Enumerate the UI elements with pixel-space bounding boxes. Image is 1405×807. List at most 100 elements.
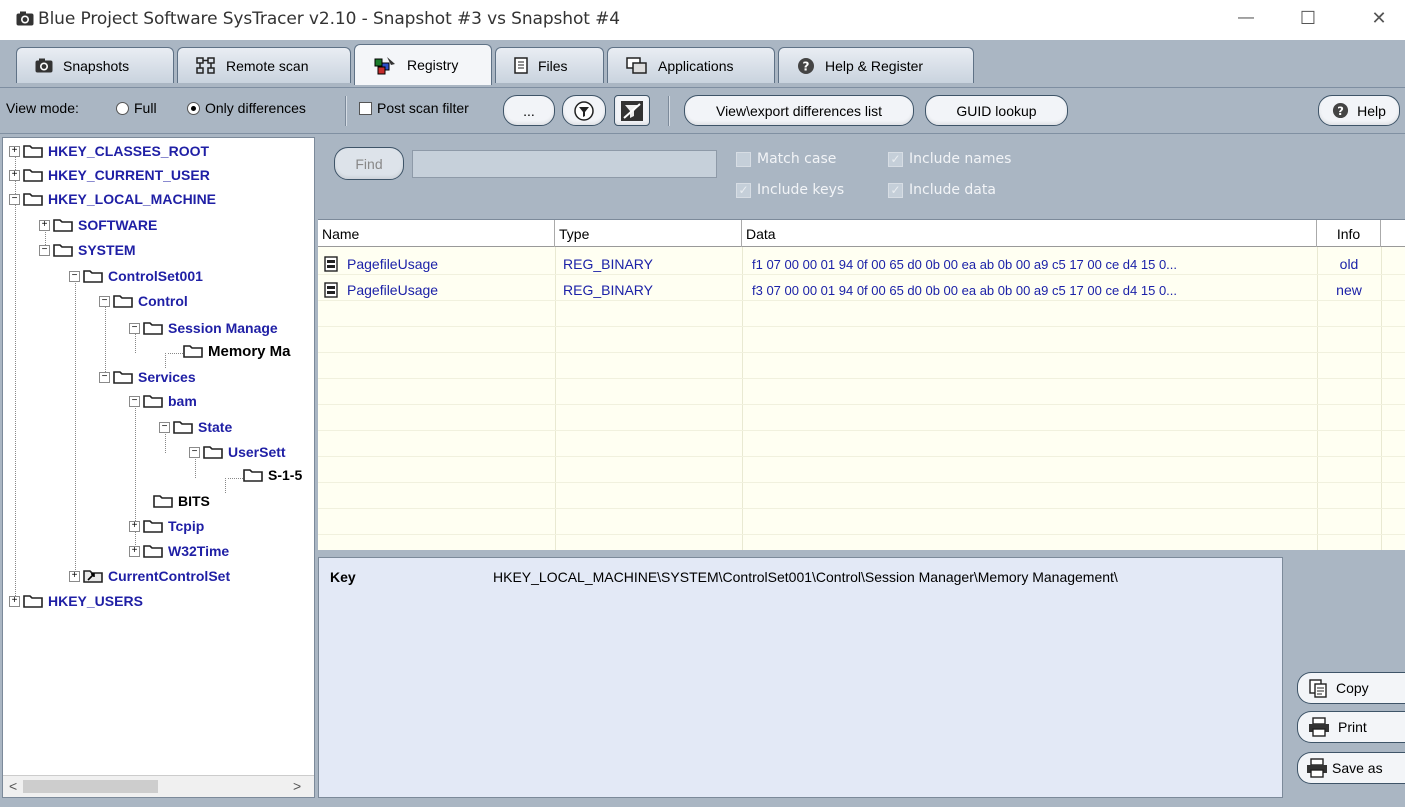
- collapse-icon[interactable]: −: [39, 244, 50, 256]
- tree-node-state[interactable]: − State: [159, 417, 232, 437]
- folder-icon: [143, 545, 163, 558]
- column-header-info[interactable]: Info: [1317, 220, 1381, 247]
- tree-node-hkey-users[interactable]: + HKEY_USERS: [9, 591, 143, 611]
- tree-node-hkey-local-machine[interactable]: − HKEY_LOCAL_MACHINE: [9, 189, 216, 209]
- table-header: Name Type Data Info: [318, 220, 1405, 247]
- expand-icon[interactable]: +: [9, 595, 20, 607]
- tree-node-bam[interactable]: − bam: [129, 391, 197, 411]
- camera-icon: [35, 58, 53, 73]
- radio-label: Only differences: [205, 100, 306, 116]
- value-name: PagefileUsage: [347, 256, 439, 272]
- binary-value-icon: [324, 256, 338, 272]
- help-icon: ?: [1333, 102, 1349, 119]
- find-input[interactable]: [412, 150, 717, 178]
- include-data-checkbox[interactable]: ✓ Include data: [888, 182, 996, 198]
- title-bar: Blue Project Software SysTracer v2.10 - …: [0, 0, 1405, 40]
- tree-node-services[interactable]: − Services: [99, 367, 196, 387]
- copy-button[interactable]: Copy: [1297, 672, 1405, 704]
- help-button[interactable]: ? Help: [1318, 95, 1400, 126]
- tree-node-software[interactable]: + SOFTWARE: [39, 215, 157, 235]
- collapse-icon[interactable]: −: [189, 446, 200, 458]
- match-case-checkbox[interactable]: Match case: [736, 151, 836, 167]
- collapse-icon[interactable]: −: [129, 322, 140, 334]
- value-info-cell: old: [1339, 256, 1359, 272]
- tree-horizontal-scrollbar[interactable]: < >: [3, 775, 314, 797]
- save-as-button[interactable]: Save as: [1297, 752, 1405, 784]
- maximize-button[interactable]: ☐: [1285, 0, 1331, 36]
- expand-icon[interactable]: +: [129, 545, 140, 557]
- filter-options-button[interactable]: ...: [503, 95, 555, 126]
- tree-node-system[interactable]: − SYSTEM: [39, 240, 136, 260]
- expand-icon[interactable]: +: [69, 570, 80, 582]
- collapse-icon[interactable]: −: [99, 295, 110, 307]
- tab-applications[interactable]: Applications: [607, 47, 775, 83]
- expand-icon[interactable]: +: [39, 219, 50, 231]
- checkbox-label: Include keys: [757, 182, 845, 198]
- print-button[interactable]: Print: [1297, 711, 1405, 743]
- expand-icon[interactable]: +: [9, 145, 20, 157]
- clear-filter-button[interactable]: [614, 95, 650, 126]
- tree-connector: [228, 478, 243, 479]
- tab-snapshots[interactable]: Snapshots: [16, 47, 174, 83]
- column-header-type[interactable]: Type: [555, 220, 742, 247]
- tab-files[interactable]: Files: [495, 47, 604, 83]
- tree-node-w32time[interactable]: + W32Time: [129, 541, 229, 561]
- tree-node-bits[interactable]: BITS: [153, 491, 210, 511]
- include-keys-checkbox[interactable]: ✓ Include keys: [736, 182, 844, 198]
- collapse-icon[interactable]: −: [69, 270, 80, 282]
- scroll-right-arrow[interactable]: >: [293, 778, 301, 794]
- value-info-cell: new: [1336, 282, 1362, 298]
- minimize-button[interactable]: —: [1223, 0, 1269, 36]
- scroll-thumb[interactable]: [23, 780, 158, 793]
- column-header-data[interactable]: Data: [742, 220, 1317, 247]
- tree-node-hkey-classes-root[interactable]: + HKEY_CLASSES_ROOT: [9, 141, 209, 161]
- row-divider: [318, 482, 1405, 483]
- view-mode-differences-radio[interactable]: Only differences: [187, 100, 306, 116]
- tree-node-tcpip[interactable]: + Tcpip: [129, 516, 204, 536]
- folder-open-icon: [143, 395, 163, 408]
- tree-node-controlset001[interactable]: − ControlSet001: [69, 266, 203, 286]
- tree-node-label: HKEY_CLASSES_ROOT: [48, 143, 210, 159]
- tab-help-register[interactable]: ? Help & Register: [778, 47, 974, 83]
- radio-label: Full: [134, 100, 157, 116]
- column-divider: [1381, 247, 1382, 550]
- tree-connector: [75, 278, 76, 578]
- guid-lookup-button[interactable]: GUID lookup: [925, 95, 1068, 126]
- column-header-name[interactable]: Name: [318, 220, 555, 247]
- tree-node-memory-management[interactable]: Memory Ma: [183, 341, 291, 361]
- tree-node-currentcontrolset[interactable]: + CurrentControlSet: [69, 566, 230, 586]
- tab-label: Snapshots: [63, 57, 130, 74]
- collapse-icon[interactable]: −: [99, 371, 110, 383]
- include-names-checkbox[interactable]: ✓ Include names: [888, 151, 1011, 167]
- collapse-icon[interactable]: −: [9, 193, 20, 205]
- differences-table[interactable]: Name Type Data Info PagefileUsage REG_BI…: [318, 219, 1405, 550]
- collapse-icon[interactable]: −: [159, 421, 170, 433]
- tree-node-user-sid[interactable]: S-1-5: [243, 465, 302, 485]
- tree-node-control[interactable]: − Control: [99, 291, 188, 311]
- post-scan-filter-checkbox[interactable]: Post scan filter: [359, 100, 469, 116]
- registry-tree[interactable]: + HKEY_CLASSES_ROOT + HKEY_CURRENT_USER …: [2, 137, 315, 798]
- checkbox-icon: [736, 151, 751, 167]
- folder-icon: [23, 595, 43, 608]
- print-label: Print: [1338, 719, 1367, 735]
- tab-label: Files: [538, 57, 568, 74]
- checkbox-label: Match case: [757, 151, 837, 167]
- scroll-left-arrow[interactable]: <: [9, 778, 17, 794]
- help-label: Help: [1357, 102, 1386, 119]
- export-differences-button[interactable]: View\export differences list: [684, 95, 914, 126]
- expand-icon[interactable]: +: [9, 169, 20, 181]
- tree-node-session-manager[interactable]: − Session Manage: [129, 318, 278, 338]
- close-button[interactable]: ✕: [1356, 0, 1402, 36]
- filter-button[interactable]: [562, 95, 606, 126]
- find-button[interactable]: Find: [334, 147, 404, 180]
- find-bar: Find Match case ✓ Include names ✓ Includ…: [318, 137, 1405, 217]
- folder-icon: [243, 469, 263, 482]
- tree-node-hkey-current-user[interactable]: + HKEY_CURRENT_USER: [9, 165, 210, 185]
- tree-node-usersettings[interactable]: − UserSett: [189, 442, 286, 462]
- collapse-icon[interactable]: −: [129, 395, 140, 407]
- expand-icon[interactable]: +: [129, 520, 140, 532]
- tab-registry[interactable]: Registry: [354, 44, 492, 85]
- view-mode-full-radio[interactable]: Full: [116, 100, 157, 116]
- tab-remote-scan[interactable]: Remote scan: [177, 47, 351, 83]
- radio-selected-icon: [187, 101, 200, 115]
